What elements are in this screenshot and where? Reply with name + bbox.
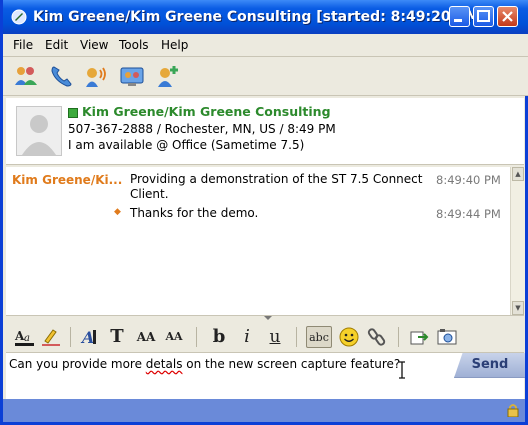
svg-text:a: a (24, 333, 30, 344)
scroll-up-icon[interactable]: ▲ (512, 167, 524, 181)
message-time: 8:49:44 PM (436, 207, 501, 221)
font-face-button[interactable]: T (106, 326, 128, 348)
send-file-icon[interactable] (408, 326, 430, 348)
svg-text:A: A (80, 328, 94, 347)
close-icon (502, 11, 513, 22)
pane-splitter[interactable] (6, 315, 524, 322)
font-color-icon[interactable]: A a (14, 326, 36, 348)
maximize-button[interactable] (473, 6, 494, 27)
menu-help[interactable]: Help (161, 38, 188, 52)
menu-file[interactable]: File (13, 38, 33, 52)
misspelled-word[interactable]: detals (146, 357, 183, 371)
contact-avatar (16, 106, 62, 156)
message-text: Thanks for the demo. (130, 206, 259, 220)
format-toolbar: A a A T AA AA b i u abc (6, 322, 524, 353)
message-text: Providing a demonstration of the ST 7.5 … (130, 172, 423, 186)
minimize-icon (454, 19, 462, 22)
sametime-app-icon (11, 9, 27, 25)
text-cursor-icon (399, 361, 405, 379)
transcript-scrollbar[interactable]: ▲ ▼ (510, 167, 525, 315)
screen-capture-icon[interactable] (436, 326, 458, 348)
available-status-icon (68, 108, 78, 118)
splitter-grip-icon (264, 316, 272, 320)
call-icon[interactable] (49, 63, 75, 89)
message-text-continued: Client. (130, 187, 169, 201)
title-bar[interactable]: Kim Greene/Kim Greene Consulting [starte… (3, 0, 528, 34)
underline-button[interactable]: u (264, 326, 286, 348)
send-button[interactable]: Send (454, 353, 525, 378)
contact-details: 507-367-2888 / Rochester, MN, US / 8:49 … (68, 122, 336, 136)
maximize-icon (477, 10, 490, 22)
link-icon[interactable] (366, 326, 388, 348)
contact-status: I am available @ Office (Sametime 7.5) (68, 138, 305, 152)
grow-font-button[interactable]: AA (134, 326, 158, 348)
shrink-font-button[interactable]: AA (162, 326, 186, 348)
emoticon-icon[interactable] (338, 326, 360, 348)
status-bar (3, 399, 525, 422)
contact-header: Kim Greene/Kim Greene Consulting 507-367… (6, 98, 524, 165)
toolbar-separator (70, 327, 71, 347)
add-contact-icon[interactable] (155, 63, 181, 89)
menu-view[interactable]: View (80, 38, 108, 52)
continuation-marker-icon: ◆ (114, 207, 121, 217)
share-screen-icon[interactable] (119, 63, 145, 89)
window-title: Kim Greene/Kim Greene Consulting [starte… (33, 9, 487, 25)
message-input[interactable]: Can you provide more detals on the new s… (6, 353, 525, 399)
highlight-icon[interactable] (40, 326, 62, 348)
main-toolbar (3, 57, 528, 96)
toolbar-separator (296, 327, 297, 347)
minimize-button[interactable] (449, 6, 470, 27)
contact-name: Kim Greene/Kim Greene Consulting (82, 104, 331, 119)
encrypted-lock-icon (507, 404, 519, 417)
menu-tools[interactable]: Tools (119, 38, 149, 52)
spell-check-button[interactable]: abc (306, 326, 332, 348)
chat-transcript[interactable]: Kim Greene/Ki... Providing a demonstrati… (6, 167, 525, 315)
toolbar-separator (398, 327, 399, 347)
scroll-down-icon[interactable]: ▼ (512, 301, 524, 315)
invite-others-icon[interactable] (13, 63, 39, 89)
menu-bar: File Edit View Tools Help (3, 34, 528, 57)
message-sender: Kim Greene/Ki... (12, 173, 123, 187)
bold-button[interactable]: b (208, 326, 230, 348)
italic-button[interactable]: i (236, 326, 258, 348)
message-time: 8:49:40 PM (436, 173, 501, 187)
chat-window: Kim Greene/Kim Greene Consulting [starte… (0, 0, 528, 425)
font-style-icon[interactable]: A (80, 326, 102, 348)
input-text-before: Can you provide more (9, 357, 146, 371)
voice-chat-icon[interactable] (83, 63, 109, 89)
message-input-text[interactable]: Can you provide more detals on the new s… (9, 357, 400, 371)
menu-edit[interactable]: Edit (45, 38, 68, 52)
toolbar-separator (196, 327, 197, 347)
close-button[interactable] (497, 6, 518, 27)
input-text-after: on the new screen capture feature? (182, 357, 401, 371)
